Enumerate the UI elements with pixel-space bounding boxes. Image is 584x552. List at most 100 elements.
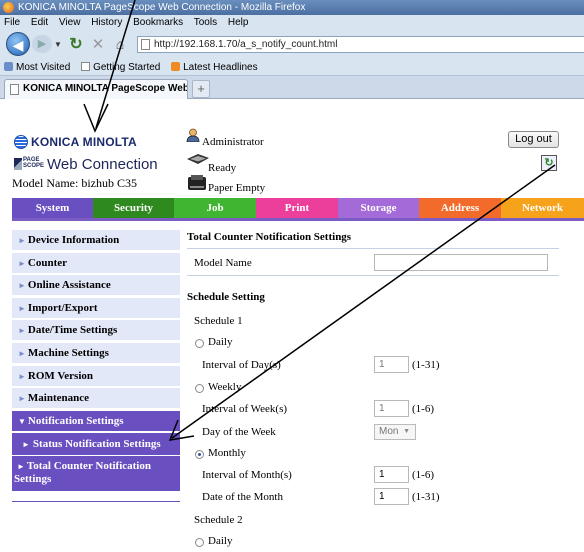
- page-icon: [81, 62, 91, 71]
- triangle-right-icon: ►: [18, 259, 26, 268]
- browser-tab-title: KONICA MINOLTA PageScope Web C...: [23, 83, 188, 94]
- forward-button[interactable]: ▶: [32, 35, 52, 53]
- menu-file[interactable]: File: [4, 17, 20, 28]
- user-label: Administrator: [202, 136, 264, 148]
- menu-history[interactable]: History: [91, 17, 122, 28]
- sidebar-subitem-total-counter-notification[interactable]: ► Total Counter Notification Settings: [12, 456, 180, 491]
- schedule-1-label: Schedule 1: [194, 315, 243, 327]
- konica-minolta-logo: KONICA MINOLTA: [14, 135, 137, 149]
- interval-day-label: Interval of Day(s): [202, 359, 281, 371]
- date-of-month-input[interactable]: 1: [374, 488, 409, 505]
- triangle-right-icon: ►: [17, 462, 25, 471]
- menu-help[interactable]: Help: [228, 17, 249, 28]
- bookmark-icon: [4, 62, 13, 71]
- tab-system[interactable]: System: [12, 198, 93, 218]
- interval-month-label: Interval of Month(s): [202, 469, 292, 481]
- tab-job[interactable]: Job: [174, 198, 256, 218]
- tab-network[interactable]: Network: [501, 198, 584, 218]
- triangle-right-icon: ►: [18, 326, 26, 335]
- triangle-right-icon: ►: [18, 304, 26, 313]
- bookmark-getting-started[interactable]: Getting Started: [81, 59, 160, 76]
- tab-security[interactable]: Security: [93, 198, 174, 218]
- paper-tray-icon: [188, 175, 206, 190]
- sidebar-item-import-export[interactable]: ► Import/Export: [12, 298, 180, 318]
- page-icon: [10, 84, 19, 95]
- bookmark-most-visited[interactable]: Most Visited: [4, 59, 70, 76]
- day-of-week-label: Day of the Week: [202, 426, 276, 438]
- sidebar-item-date-time-settings[interactable]: ► Date/Time Settings: [12, 320, 180, 340]
- chevron-down-icon: ▼: [403, 428, 410, 435]
- monthly-radio[interactable]: [195, 450, 204, 459]
- date-of-month-label: Date of the Month: [202, 491, 283, 503]
- window-title: KONICA MINOLTA PageScope Web Connection …: [18, 2, 306, 13]
- tab-underline: [12, 218, 584, 221]
- page-title: Total Counter Notification Settings: [187, 231, 352, 243]
- menu-tools[interactable]: Tools: [194, 17, 217, 28]
- triangle-right-icon: ►: [18, 281, 26, 290]
- triangle-down-icon: ▼: [18, 417, 26, 426]
- sidebar-subitem-status-notification[interactable]: ► Status Notification Settings: [12, 433, 180, 455]
- navigation-toolbar: ◀ ▶ ▼ ↻ ✕ ⌂ http://192.168.1.70/a_s_noti…: [0, 30, 584, 59]
- model-name-label: Model Name: [194, 257, 252, 269]
- sidebar-divider: [12, 501, 180, 502]
- back-button[interactable]: ◀: [6, 32, 30, 56]
- reload-icon[interactable]: ↻: [68, 34, 84, 55]
- sidebar-item-notification-settings[interactable]: ▼ Notification Settings: [12, 411, 180, 431]
- main-tabs: System Security Job Print Storage Addres…: [12, 198, 584, 218]
- stop-icon[interactable]: ✕: [90, 34, 106, 55]
- interval-week-range: (1-6): [412, 403, 434, 415]
- schedule-2-daily-radio[interactable]: [195, 538, 204, 547]
- sidebar-item-rom-version[interactable]: ► ROM Version: [12, 366, 180, 386]
- tab-print[interactable]: Print: [256, 198, 338, 218]
- rss-icon: [171, 62, 181, 71]
- url-text: http://192.168.1.70/a_s_notify_count.htm…: [154, 39, 338, 50]
- browser-tab[interactable]: KONICA MINOLTA PageScope Web C...: [4, 79, 188, 99]
- history-dropdown-icon[interactable]: ▼: [53, 34, 63, 55]
- weekly-radio[interactable]: [195, 384, 204, 393]
- schedule-setting-heading: Schedule Setting: [187, 291, 265, 303]
- refresh-icon[interactable]: ↻: [541, 155, 557, 171]
- product-name: Web Connection: [47, 156, 158, 173]
- sidebar-item-maintenance[interactable]: ► Maintenance: [12, 388, 180, 408]
- interval-day-input[interactable]: 1: [374, 356, 409, 373]
- interval-week-label: Interval of Week(s): [202, 403, 288, 415]
- daily-radio[interactable]: [195, 339, 204, 348]
- interval-week-input[interactable]: 1: [374, 400, 409, 417]
- sidebar-item-device-information[interactable]: ► Device Information: [12, 230, 180, 250]
- home-icon[interactable]: ⌂: [112, 34, 128, 55]
- administrator-icon: [186, 128, 200, 142]
- tab-address[interactable]: Address: [419, 198, 501, 218]
- triangle-right-icon: ►: [18, 349, 26, 358]
- new-tab-button[interactable]: +: [192, 80, 210, 98]
- url-bar[interactable]: http://192.168.1.70/a_s_notify_count.htm…: [137, 36, 584, 53]
- menu-view[interactable]: View: [59, 17, 81, 28]
- interval-month-range: (1-6): [412, 469, 434, 481]
- divider: [187, 275, 559, 276]
- globe-logo-icon: [14, 135, 28, 149]
- model-name-line: Model Name: bizhub C35: [12, 176, 137, 190]
- interval-day-range: (1-31): [412, 359, 440, 371]
- sidebar-item-counter[interactable]: ► Counter: [12, 253, 180, 273]
- model-name-input[interactable]: [374, 254, 548, 271]
- day-of-week-select[interactable]: Mon ▼: [374, 424, 416, 440]
- pagescope-mark-icon: [14, 158, 22, 170]
- triangle-right-icon: ►: [18, 394, 26, 403]
- sidebar-item-machine-settings[interactable]: ► Machine Settings: [12, 343, 180, 363]
- pagescope-wordmark: PAGE SCOPE: [23, 157, 45, 169]
- firefox-icon: [3, 2, 14, 13]
- schedule-2-label: Schedule 2: [194, 514, 243, 526]
- sidebar-item-online-assistance[interactable]: ► Online Assistance: [12, 275, 180, 295]
- bookmark-latest-headlines[interactable]: Latest Headlines: [171, 59, 258, 76]
- interval-month-input[interactable]: 1: [374, 466, 409, 483]
- pagescope-logo: PAGE SCOPE Web Connection: [14, 156, 158, 173]
- triangle-right-icon: ►: [22, 440, 30, 449]
- menu-bookmarks[interactable]: Bookmarks: [133, 17, 183, 28]
- tab-storage[interactable]: Storage: [338, 198, 419, 218]
- triangle-right-icon: ►: [18, 236, 26, 245]
- device-status: Ready: [208, 162, 237, 174]
- triangle-right-icon: ►: [18, 372, 26, 381]
- menu-edit[interactable]: Edit: [31, 17, 48, 28]
- menu-bar: File Edit View History Bookmarks Tools H…: [0, 15, 584, 30]
- logout-button[interactable]: Log out: [508, 131, 559, 148]
- schedule-2-daily-label: Daily: [208, 535, 233, 547]
